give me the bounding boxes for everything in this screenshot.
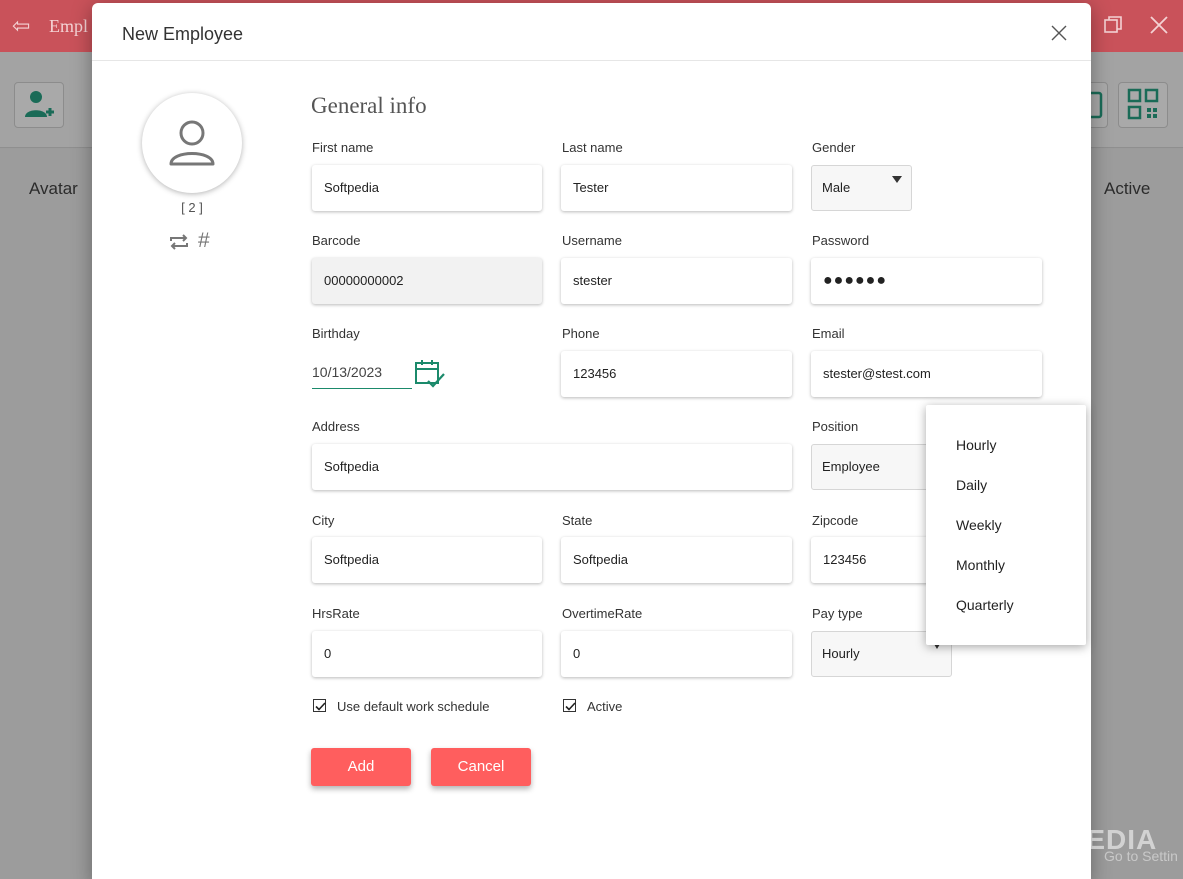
dialog-title: New Employee (122, 24, 244, 44)
password-label: Password (812, 233, 870, 248)
password-input[interactable]: ●●●●●● (811, 258, 1042, 304)
avatar[interactable] (142, 93, 242, 193)
checkmark-icon (565, 702, 576, 711)
birthday-input[interactable]: 10/13/2023 (312, 355, 412, 389)
gender-label: Gender (812, 140, 856, 155)
address-label: Address (312, 419, 360, 434)
dropdown-option-daily[interactable]: Daily (926, 465, 1086, 505)
city-input[interactable]: Softpedia (312, 537, 542, 583)
hrs-rate-label: HrsRate (312, 606, 360, 621)
email-label: Email (812, 326, 845, 341)
first-name-input[interactable]: Softpedia (312, 165, 542, 211)
address-input[interactable]: Softpedia (312, 444, 792, 490)
column-header-avatar: Avatar (29, 179, 78, 198)
barcode-input[interactable]: 00000000002 (312, 258, 542, 304)
pay-type-dropdown: Hourly Daily Weekly Monthly Quarterly (926, 405, 1086, 645)
section-title: General info (311, 93, 427, 118)
active-checkbox[interactable] (563, 699, 576, 712)
pay-type-label: Pay type (812, 606, 863, 621)
zipcode-label: Zipcode (812, 513, 859, 528)
username-label: Username (562, 233, 622, 248)
add-button[interactable]: Add (311, 748, 411, 786)
overtime-rate-label: OvertimeRate (562, 606, 643, 621)
watermark-subtext: Go to Settin (1104, 848, 1178, 864)
user-icon (169, 120, 215, 166)
phone-label: Phone (562, 326, 600, 341)
position-label: Position (812, 419, 859, 434)
column-header-active: Active (1104, 179, 1151, 198)
state-input[interactable]: Softpedia (561, 537, 792, 583)
chevron-down-icon (892, 176, 902, 183)
email-input[interactable]: stester@stest.com (811, 351, 1042, 397)
gender-value: Male (822, 180, 851, 195)
close-icon[interactable] (1050, 24, 1068, 42)
hrs-rate-input[interactable]: 0 (312, 631, 542, 677)
username-input[interactable]: stester (561, 258, 792, 304)
hash-icon[interactable]: # (198, 229, 210, 253)
city-label: City (312, 513, 335, 528)
close-window-icon[interactable] (1148, 14, 1170, 36)
use-default-schedule-label: Use default work schedule (337, 699, 490, 714)
barcode-label: Barcode (312, 233, 361, 248)
active-label: Active (587, 699, 623, 714)
phone-input[interactable]: 123456 (561, 351, 792, 397)
dropdown-option-monthly[interactable]: Monthly (926, 545, 1086, 585)
gender-select[interactable]: Male (811, 165, 912, 211)
back-arrow-icon[interactable]: ⇦ (12, 14, 36, 38)
last-name-label: Last name (562, 140, 623, 155)
pay-type-value: Hourly (822, 646, 860, 661)
dropdown-option-quarterly[interactable]: Quarterly (926, 585, 1086, 625)
qr-code-icon (1127, 88, 1159, 120)
employee-id: [ 2 ] (181, 200, 203, 215)
checkmark-icon (315, 702, 326, 711)
dialog-header: New Employee (92, 3, 1091, 61)
repeat-icon[interactable] (168, 233, 190, 251)
position-value: Employee (822, 459, 880, 474)
cancel-button[interactable]: Cancel (431, 748, 531, 786)
qr-code-button[interactable] (1118, 82, 1168, 128)
app-title: Empl (49, 16, 88, 36)
restore-window-icon[interactable] (1104, 16, 1122, 34)
last-name-input[interactable]: Tester (561, 165, 792, 211)
dropdown-option-weekly[interactable]: Weekly (926, 505, 1086, 545)
avatar-actions: # (168, 229, 218, 253)
state-label: State (562, 513, 593, 528)
birthday-label: Birthday (312, 326, 360, 341)
overtime-rate-input[interactable]: 0 (561, 631, 792, 677)
use-default-schedule-checkbox[interactable] (313, 699, 326, 712)
add-user-icon (25, 91, 54, 117)
dropdown-option-hourly[interactable]: Hourly (926, 425, 1086, 465)
calendar-check-icon[interactable] (414, 359, 446, 389)
first-name-label: First name (312, 140, 374, 155)
add-employee-button[interactable] (14, 82, 64, 128)
